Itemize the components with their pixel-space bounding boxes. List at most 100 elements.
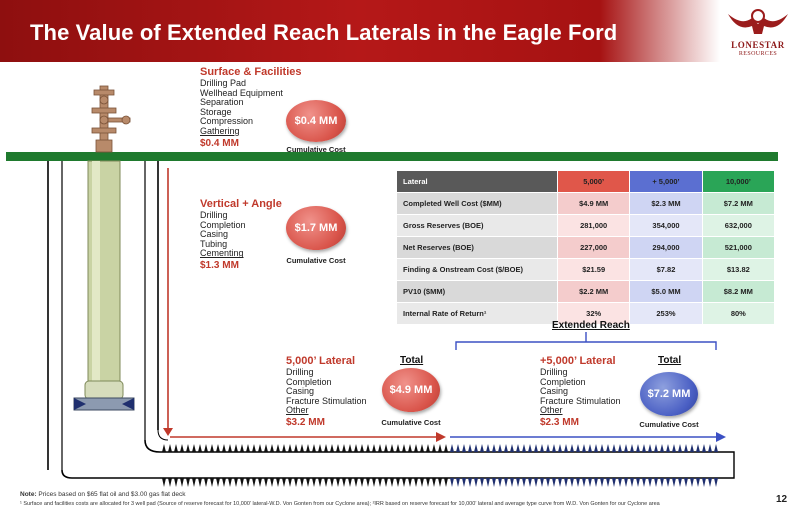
perforation-spike	[378, 444, 382, 452]
surface-cost-caption: Cumulative Cost	[286, 145, 346, 154]
perforation-spike	[180, 444, 184, 452]
perforation-spike	[162, 478, 166, 487]
table-cell: $8.2 MM	[701, 280, 776, 303]
perforation-spike	[192, 444, 196, 452]
perforation-spike	[180, 478, 184, 487]
perforation-spike	[684, 478, 688, 487]
perforation-spike	[450, 478, 454, 487]
surface-cost-bubble: $0.4 MM	[286, 100, 346, 142]
table-header-cell: 5,000’	[556, 170, 631, 193]
perforation-spike	[522, 478, 526, 487]
perforations	[162, 444, 718, 487]
perforation-spike	[438, 444, 442, 452]
perforation-spike	[516, 478, 520, 487]
perforation-spike	[228, 478, 232, 487]
perforation-spike	[228, 444, 232, 452]
perforation-spike	[654, 478, 658, 487]
economics-table: Lateral 5,000’ + 5,000’ 10,000’ Complete…	[396, 170, 776, 325]
perforation-spike	[366, 444, 370, 452]
perforation-spike	[618, 444, 622, 452]
perforation-spike	[378, 478, 382, 487]
perforation-spike	[576, 444, 580, 452]
perforation-spike	[534, 478, 538, 487]
perforation-spike	[414, 444, 418, 452]
perforation-spike	[408, 444, 412, 452]
perforation-spike	[186, 478, 190, 487]
perforation-spike	[312, 478, 316, 487]
perforation-spike	[282, 444, 286, 452]
table-header-row: Lateral 5,000’ + 5,000’ 10,000’	[396, 170, 776, 193]
table-cell: 281,000	[556, 214, 631, 237]
perforation-spike	[354, 478, 358, 487]
perforation-spike	[606, 444, 610, 452]
perforation-spike	[426, 444, 430, 452]
perforation-spike	[582, 444, 586, 452]
vertical-amount: $1.3 MM	[200, 259, 239, 271]
lateral-5k-cost-caption: Cumulative Cost	[381, 418, 441, 427]
perforation-spike	[540, 444, 544, 452]
perforation-spike	[660, 478, 664, 487]
perforation-spike	[594, 444, 598, 452]
perforation-spike	[246, 478, 250, 487]
perforation-spike	[498, 478, 502, 487]
perforation-spike	[630, 478, 634, 487]
perforation-spike	[456, 478, 460, 487]
perforation-spike	[648, 444, 652, 452]
perforation-spike	[636, 444, 640, 452]
perforation-spike	[570, 478, 574, 487]
perforation-spike	[168, 444, 172, 452]
perforation-spike	[366, 478, 370, 487]
perforation-spike	[678, 444, 682, 452]
perforation-spike	[708, 478, 712, 487]
vertical-angle-block: Vertical + Angle Drilling Completion Cas…	[200, 198, 282, 272]
perforation-spike	[528, 478, 532, 487]
perforation-spike	[384, 478, 388, 487]
perforation-spike	[252, 478, 256, 487]
perforation-spike	[420, 478, 424, 487]
table-cell: Internal Rate of Return¹	[396, 302, 558, 325]
table-row: Completed Well Cost ($MM) $4.9 MM $2.3 M…	[396, 192, 776, 215]
perforation-spike	[210, 478, 214, 487]
perforation-spike	[210, 444, 214, 452]
perforation-spike	[168, 478, 172, 487]
perforation-spike	[570, 444, 574, 452]
perforation-spike	[588, 444, 592, 452]
perforation-spike	[480, 444, 484, 452]
perforation-spike	[684, 444, 688, 452]
table-row: PV10 ($MM) $2.2 MM $5.0 MM $8.2 MM	[396, 280, 776, 303]
perforation-spike	[246, 444, 250, 452]
table-cell: $5.0 MM	[629, 280, 703, 303]
perforation-spike	[348, 444, 352, 452]
perforation-spike	[696, 444, 700, 452]
perforation-spike	[420, 444, 424, 452]
table-cell: Gross Reserves (BOE)	[396, 214, 558, 237]
vertical-cost-bubble: $1.7 MM	[286, 206, 346, 250]
perforation-spike	[390, 478, 394, 487]
perforation-spike	[612, 478, 616, 487]
table-cell: $7.2 MM	[701, 192, 776, 215]
perforation-spike	[300, 444, 304, 452]
perforation-spike	[186, 444, 190, 452]
perforation-spike	[372, 444, 376, 452]
perforation-spike	[438, 478, 442, 487]
perforation-spike	[702, 478, 706, 487]
lateral-plus-cost-caption: Cumulative Cost	[639, 420, 699, 429]
perforation-spike	[510, 478, 514, 487]
perforation-spike	[504, 478, 508, 487]
perforation-spike	[360, 444, 364, 452]
lateral-plus-item: Other	[540, 405, 563, 416]
lateral-bottom	[61, 469, 722, 479]
perforation-spike	[426, 478, 430, 487]
table-cell: 227,000	[556, 236, 631, 259]
perforation-spike	[306, 478, 310, 487]
table-row: Finding & Onstream Cost ($/BOE) $21.59 $…	[396, 258, 776, 281]
ground-surface	[6, 152, 778, 161]
perforation-spike	[192, 478, 196, 487]
perforation-spike	[174, 444, 178, 452]
perforation-spike	[576, 478, 580, 487]
perforation-spike	[342, 478, 346, 487]
perforation-spike	[432, 478, 436, 487]
perforation-spike	[648, 478, 652, 487]
lateral-plus-amount: $2.3 MM	[540, 416, 579, 428]
table-header-cell: 10,000’	[701, 170, 776, 193]
